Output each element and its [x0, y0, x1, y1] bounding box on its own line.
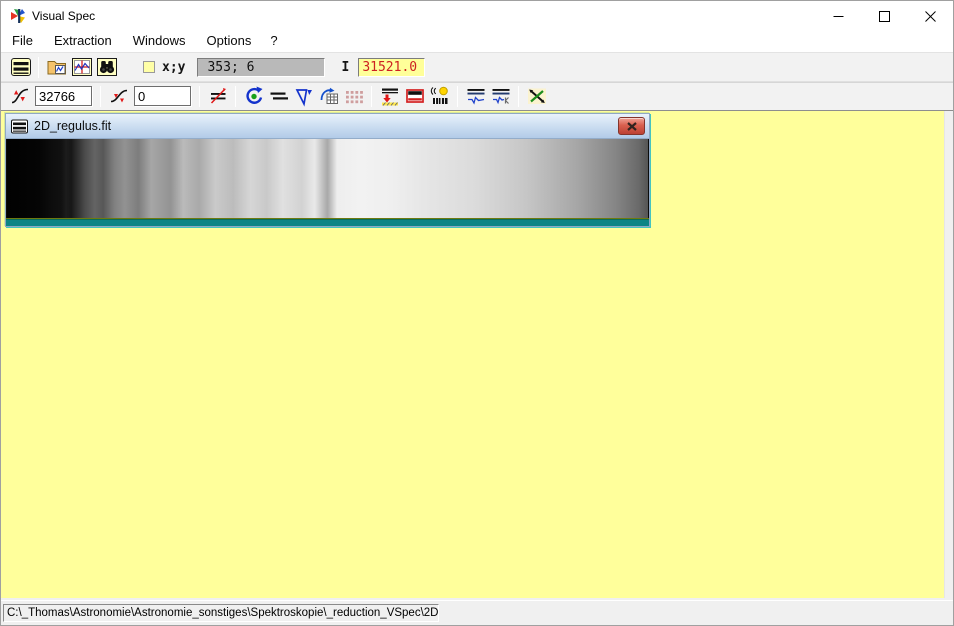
reject-curve-icon [210, 88, 226, 104]
plot-document-icon [71, 58, 92, 76]
app-logo-icon [11, 9, 25, 23]
document-close-button[interactable] [618, 117, 645, 135]
menu-bar: File Extraction Windows Options ? [1, 31, 953, 53]
maximize-icon [878, 10, 890, 22]
rotate-icon [245, 86, 262, 104]
document-window[interactable]: 2D_regulus.fit [5, 113, 650, 227]
spectrum-teal-strip [6, 219, 649, 226]
low-threshold-input[interactable] [134, 86, 191, 106]
toolbar-separator [518, 85, 519, 107]
document-icon [11, 119, 28, 133]
intensity-label: I [341, 59, 350, 75]
low-cut-button[interactable] [106, 84, 131, 109]
display-series-icon [10, 58, 31, 76]
workspace: 2D_regulus.fit [1, 111, 953, 600]
toolbar-processing [1, 82, 953, 111]
visual-spec-window: Visual Spec File Extraction Windows Opti… [0, 0, 954, 626]
nabla-icon [295, 89, 312, 107]
extract-profile-button[interactable] [377, 84, 402, 109]
document-titlebar[interactable]: 2D_regulus.fit [6, 114, 649, 139]
intensity-display: 31521.0 [358, 57, 426, 77]
nabla-button[interactable] [291, 84, 316, 109]
menu-windows[interactable]: Windows [124, 31, 195, 52]
close-icon [924, 10, 936, 22]
toolbar-separator [199, 85, 200, 107]
xy-coordinates-display: 353; 6 [197, 57, 326, 77]
minimize-icon [833, 15, 843, 17]
scatter-arrows-icon [527, 88, 546, 104]
menu-extraction[interactable]: Extraction [45, 31, 121, 52]
document-title: 2D_regulus.fit [34, 119, 112, 133]
titlebar: Visual Spec [1, 1, 953, 31]
menu-help[interactable]: ? [263, 31, 284, 52]
window-title: Visual Spec [32, 9, 96, 23]
display-series-button[interactable] [8, 55, 33, 80]
plot-document-button[interactable] [69, 55, 94, 80]
low-cut-curve-icon [110, 89, 127, 103]
table-export-button[interactable] [316, 84, 341, 109]
window-controls [815, 1, 953, 31]
reject-curve-button[interactable] [205, 84, 230, 109]
workspace-background: 2D_regulus.fit [1, 111, 945, 598]
align-lines-icon [270, 92, 288, 100]
toolbar-separator [235, 85, 236, 107]
toolbar-separator [457, 85, 458, 107]
scatter-arrows-button[interactable] [524, 84, 549, 109]
maximize-button[interactable] [861, 1, 907, 31]
toolbar-separator [371, 85, 372, 107]
xy-checkbox[interactable] [143, 61, 155, 73]
status-bar: C:\_Thomas\Astronomie\Astronomie_sonstig… [1, 600, 953, 625]
high-threshold-input[interactable] [35, 86, 92, 106]
toolbar-separator [100, 85, 101, 107]
toolbar-main: x;y 353; 6 I 31521.0 [1, 53, 953, 82]
close-icon [626, 121, 637, 131]
status-file-path: C:\_Thomas\Astronomie\Astronomie_sonstig… [3, 604, 439, 622]
calibration-lamp-button[interactable] [427, 84, 452, 109]
dots-grid-icon [345, 91, 363, 104]
browse-button[interactable] [94, 55, 119, 80]
sky-lines-a-icon [467, 89, 484, 105]
table-export-icon [320, 87, 338, 104]
xy-label: x;y [162, 59, 186, 75]
binoculars-icon [96, 58, 117, 76]
sky-lines-b-button[interactable] [488, 84, 513, 109]
close-button[interactable] [907, 1, 953, 31]
menu-file[interactable]: File [3, 31, 42, 52]
open-folder-icon [47, 61, 66, 75]
high-cut-button[interactable] [7, 84, 32, 109]
dots-grid-button-disabled [341, 84, 366, 109]
align-lines-button[interactable] [266, 84, 291, 109]
toolbar-separator [38, 56, 39, 78]
high-cut-curve-icon [11, 88, 28, 104]
menu-options[interactable]: Options [198, 31, 261, 52]
open-file-button[interactable] [44, 55, 69, 80]
rotate-button[interactable] [241, 84, 266, 109]
reference-zone-icon [405, 89, 424, 103]
sky-lines-b-icon [492, 89, 509, 105]
calibration-lamp-icon [430, 86, 448, 104]
reference-zone-button[interactable] [402, 84, 427, 109]
spectrum-image[interactable] [6, 139, 649, 218]
minimize-button[interactable] [815, 1, 861, 31]
extract-profile-icon [381, 88, 398, 106]
sky-lines-a-button[interactable] [463, 84, 488, 109]
